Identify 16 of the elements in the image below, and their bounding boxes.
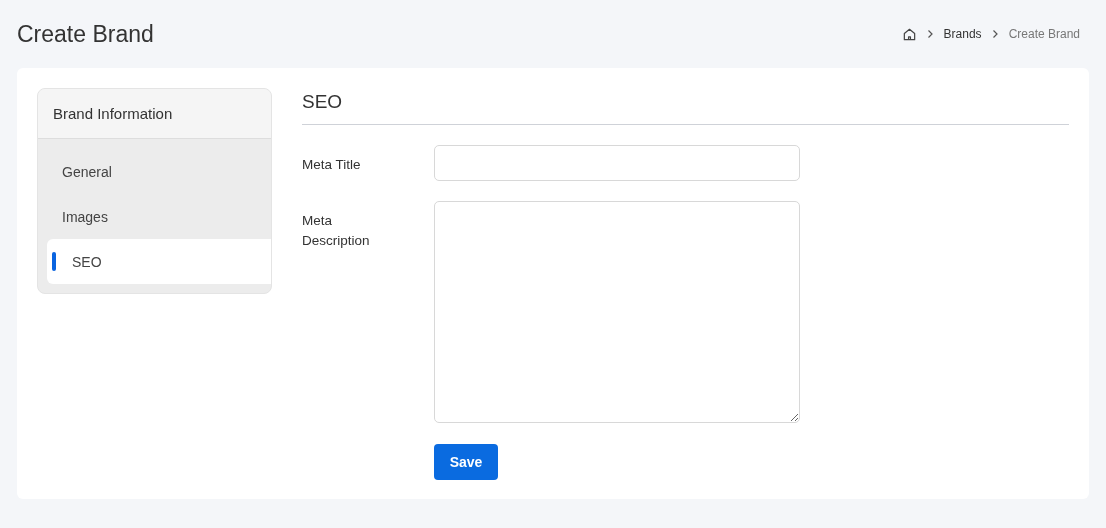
sidebar-item[interactable]: General bbox=[47, 149, 271, 194]
home-icon[interactable] bbox=[901, 26, 917, 42]
breadcrumb-link[interactable]: Brands bbox=[943, 27, 982, 41]
field-label: Meta Title bbox=[302, 156, 362, 174]
input-field[interactable] bbox=[434, 145, 800, 181]
breadcrumb-current: Create Brand bbox=[1008, 27, 1080, 41]
sidebar-title: Brand Information bbox=[38, 89, 271, 139]
sidebar-item[interactable]: Images bbox=[47, 194, 271, 239]
chevron-icon bbox=[991, 29, 999, 39]
page-title: Create Brand bbox=[17, 20, 154, 48]
save-button[interactable]: Save bbox=[434, 444, 498, 480]
section-title: SEO bbox=[302, 88, 1069, 125]
chevron-icon bbox=[926, 29, 934, 39]
field-label: Meta Description bbox=[302, 212, 371, 250]
sidebar-item[interactable]: SEO bbox=[47, 239, 271, 284]
textarea-field[interactable] bbox=[434, 201, 800, 423]
